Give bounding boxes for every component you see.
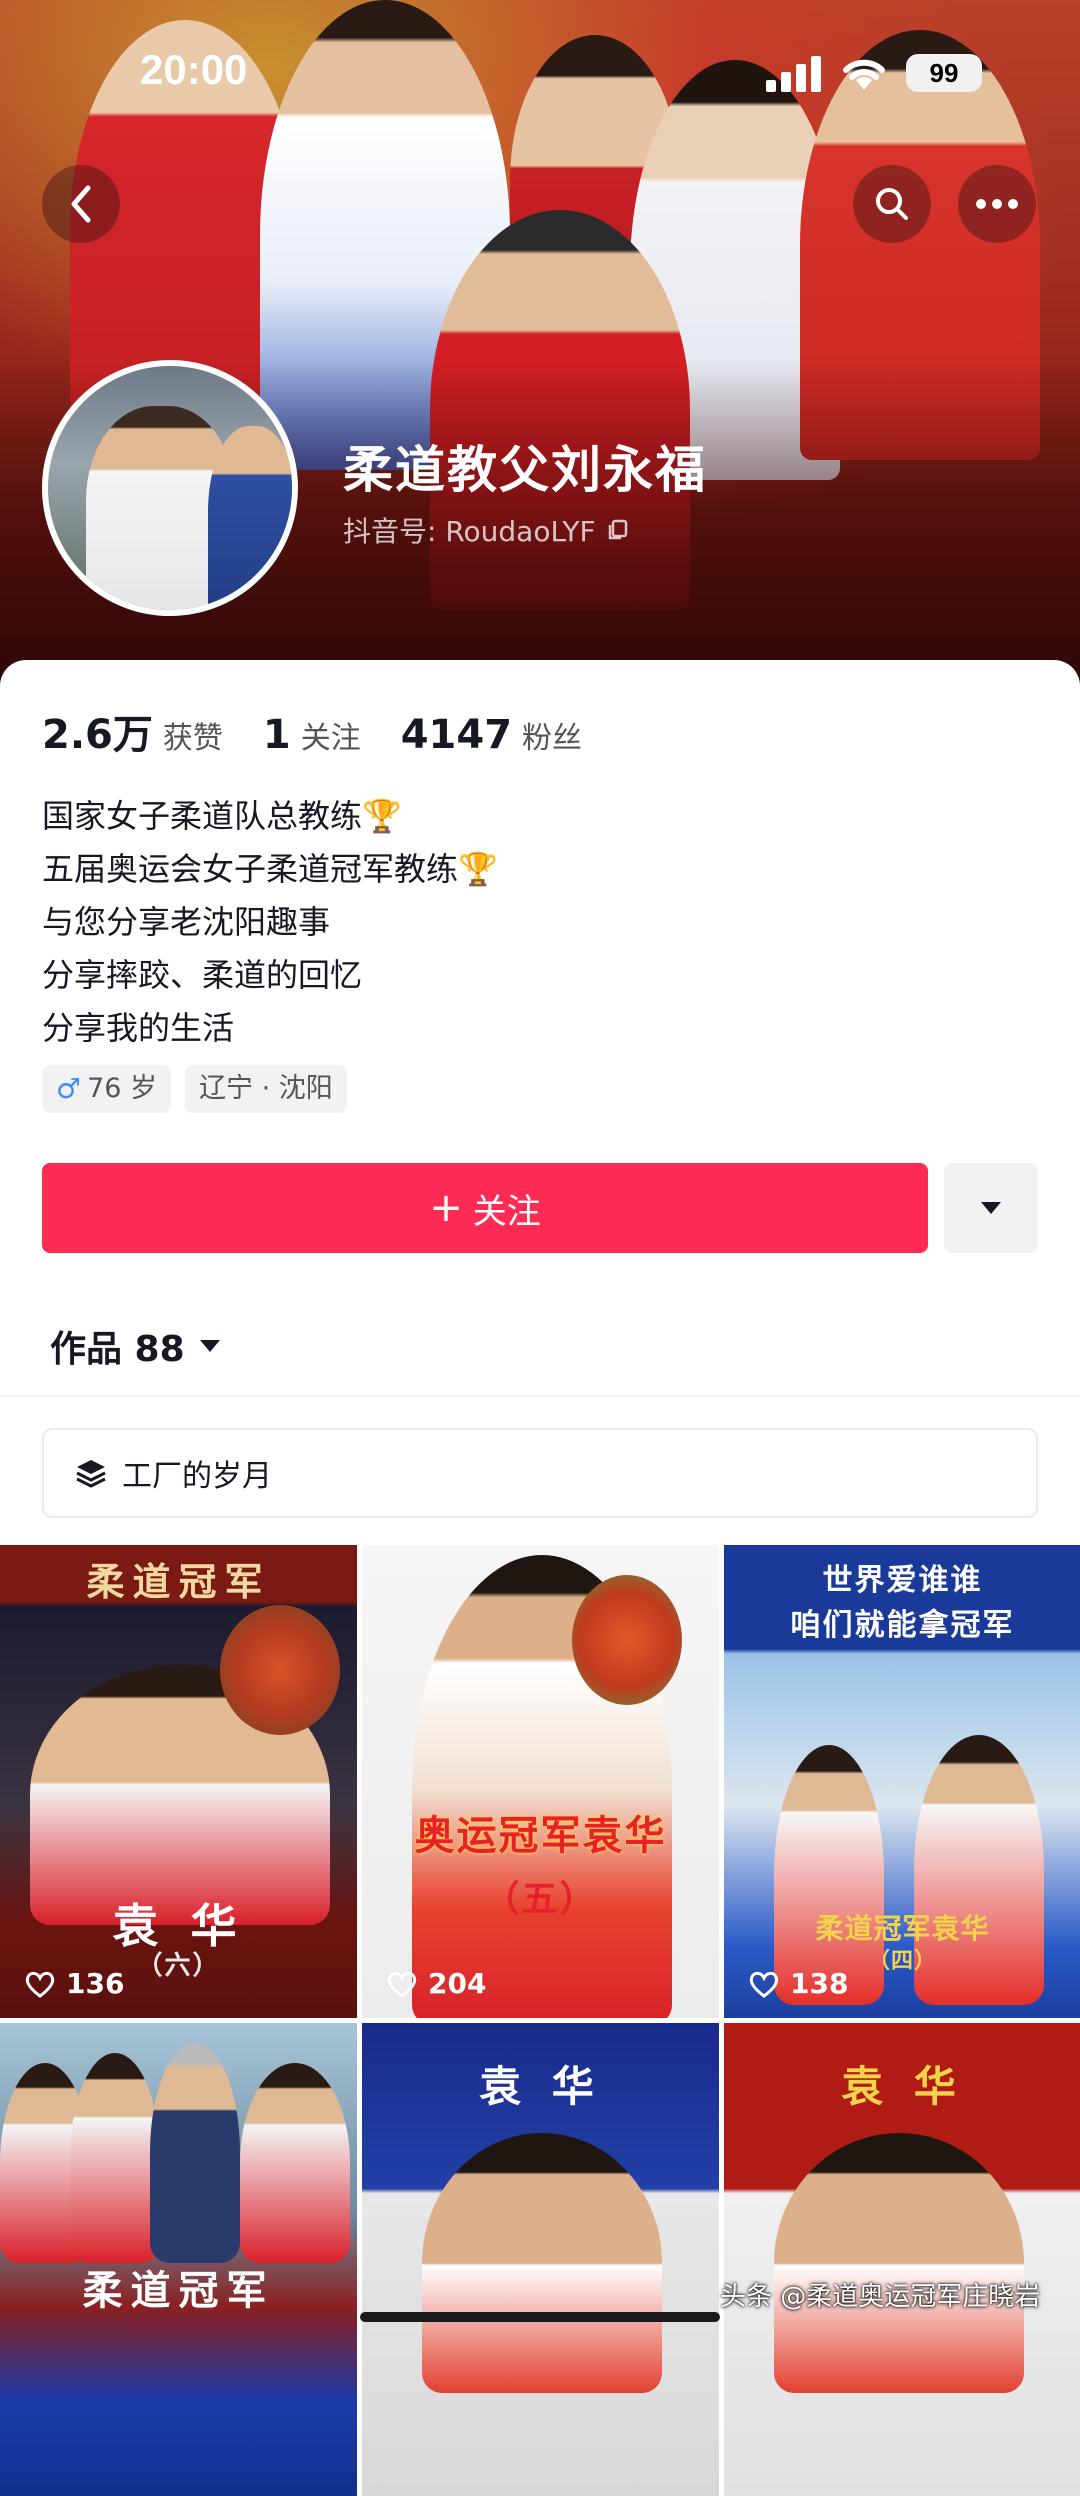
bio-line: 五届奥运会女子柔道冠军教练🏆 bbox=[42, 850, 498, 888]
avatar[interactable] bbox=[42, 360, 298, 616]
video-caption: 柔道冠军袁华 bbox=[815, 1912, 990, 1945]
plus-icon: + bbox=[429, 1185, 463, 1231]
caret-down-icon bbox=[199, 1340, 220, 1352]
video-tile[interactable]: 袁 华 bbox=[724, 2023, 1080, 2496]
cellular-signal-icon bbox=[766, 56, 822, 92]
likes-count: 136 bbox=[66, 1967, 125, 2000]
video-top-text: 袁 华 bbox=[479, 2062, 602, 2111]
bio-line: 分享摔跤、柔道的回忆 bbox=[42, 956, 363, 994]
flower-bouquet bbox=[572, 1575, 682, 1705]
bio-line: 与您分享老沈阳趣事 bbox=[42, 903, 331, 941]
age-text: 76 岁 bbox=[87, 1073, 158, 1104]
flower-bouquet bbox=[220, 1605, 340, 1735]
home-indicator[interactable] bbox=[360, 2312, 720, 2322]
douyin-id[interactable]: 抖音号: RoudaoLYF bbox=[343, 510, 630, 550]
stat-label: 获赞 bbox=[162, 721, 223, 756]
collection-entry[interactable]: 工厂的岁月 bbox=[42, 1428, 1038, 1518]
wifi-icon bbox=[838, 52, 890, 92]
video-person bbox=[70, 2053, 160, 2263]
search-button[interactable] bbox=[853, 165, 931, 243]
stat-likes[interactable]: 2.6万 获赞 bbox=[42, 702, 223, 760]
video-person bbox=[150, 2043, 240, 2263]
layers-icon bbox=[76, 1460, 106, 1488]
caret-down-icon bbox=[981, 1202, 1001, 1214]
video-tile[interactable]: 柔道冠军 bbox=[0, 2023, 357, 2496]
bio-line: 分享我的生活 bbox=[42, 1009, 235, 1047]
avatar-person bbox=[208, 426, 292, 610]
location-tag: 辽宁 · 沈阳 bbox=[185, 1065, 347, 1113]
divider bbox=[0, 1395, 1080, 1397]
video-likes: 138 bbox=[748, 1967, 848, 2000]
profile-banner: 20:00 99 柔道教父刘永福 抖音号: RoudaoLYF bbox=[0, 0, 1080, 700]
stat-value: 4147 bbox=[400, 712, 513, 758]
works-label: 作品 88 bbox=[50, 1329, 185, 1370]
status-time: 20:00 bbox=[140, 46, 248, 93]
location-text: 辽宁 · 沈阳 bbox=[199, 1073, 333, 1104]
video-tile[interactable]: 世界爱谁谁 咱们就能拿冠军 柔道冠军袁华 （四） 138 bbox=[724, 1545, 1080, 2018]
tab-works[interactable]: 作品 88 bbox=[50, 1320, 221, 1372]
video-tile[interactable]: 柔道冠军 袁 华 （六） 136 bbox=[0, 1545, 357, 2018]
follow-dropdown-button[interactable] bbox=[944, 1163, 1038, 1253]
collection-label: 工厂的岁月 bbox=[122, 1459, 272, 1494]
video-tile[interactable]: 袁 华 bbox=[362, 2023, 719, 2496]
video-likes: 136 bbox=[24, 1967, 124, 2000]
more-options-button[interactable] bbox=[958, 165, 1036, 243]
stat-value: 2.6万 bbox=[42, 712, 153, 758]
bio-line: 国家女子柔道队总教练🏆 bbox=[42, 797, 402, 835]
video-person bbox=[422, 2133, 662, 2393]
stat-followers[interactable]: 4147 粉丝 bbox=[401, 712, 582, 758]
watermark: 头条 @柔道奥运冠军庄晓岩 bbox=[720, 2282, 1041, 2312]
video-subcaption: （五） bbox=[483, 1879, 598, 1920]
follow-label: 关注 bbox=[472, 1191, 541, 1232]
stat-label: 关注 bbox=[300, 721, 361, 756]
male-icon: ♂ bbox=[56, 1072, 82, 1105]
battery-indicator: 99 bbox=[906, 54, 982, 92]
video-top-text: 柔道冠军 bbox=[86, 1560, 271, 1604]
video-tile[interactable]: 奥运冠军袁华 （五） 204 bbox=[362, 1545, 719, 2018]
video-top-text-2: 咱们就能拿冠军 bbox=[790, 1608, 1015, 1643]
age-tag: ♂ 76 岁 bbox=[42, 1065, 172, 1113]
video-person bbox=[774, 2133, 1024, 2393]
heart-icon bbox=[25, 1971, 55, 1998]
profile-tags: ♂ 76 岁 辽宁 · 沈阳 bbox=[42, 1065, 347, 1113]
video-caption: 奥运冠军袁华 bbox=[414, 1813, 667, 1859]
video-likes: 204 bbox=[386, 1967, 486, 2000]
video-caption: 柔道冠军 bbox=[82, 2268, 275, 2314]
stat-following[interactable]: 1 关注 bbox=[263, 712, 361, 758]
profile-bio: 国家女子柔道队总教练🏆 五届奥运会女子柔道冠军教练🏆 与您分享老沈阳趣事 分享摔… bbox=[42, 790, 498, 1055]
profile-stats: 2.6万 获赞 1 关注 4147 粉丝 bbox=[42, 702, 622, 760]
heart-icon bbox=[749, 1971, 779, 1998]
search-icon bbox=[876, 188, 908, 220]
video-top-text: 世界爱谁谁 bbox=[822, 1563, 983, 1598]
copy-icon[interactable] bbox=[606, 518, 630, 542]
likes-count: 138 bbox=[790, 1967, 849, 2000]
ellipsis-icon bbox=[976, 199, 1018, 209]
chevron-left-icon bbox=[71, 185, 91, 223]
likes-count: 204 bbox=[428, 1967, 487, 2000]
profile-name: 柔道教父刘永福 bbox=[343, 441, 707, 499]
heart-icon bbox=[387, 1971, 417, 1998]
video-top-text: 袁 华 bbox=[841, 2062, 964, 2111]
follow-button[interactable]: + 关注 bbox=[42, 1163, 928, 1253]
stat-label: 粉丝 bbox=[522, 721, 583, 756]
douyin-id-text: 抖音号: RoudaoLYF bbox=[343, 515, 596, 548]
stat-value: 1 bbox=[262, 712, 291, 758]
video-person bbox=[240, 2063, 350, 2263]
status-bar: 20:00 99 bbox=[0, 0, 1080, 150]
back-button[interactable] bbox=[42, 165, 120, 243]
